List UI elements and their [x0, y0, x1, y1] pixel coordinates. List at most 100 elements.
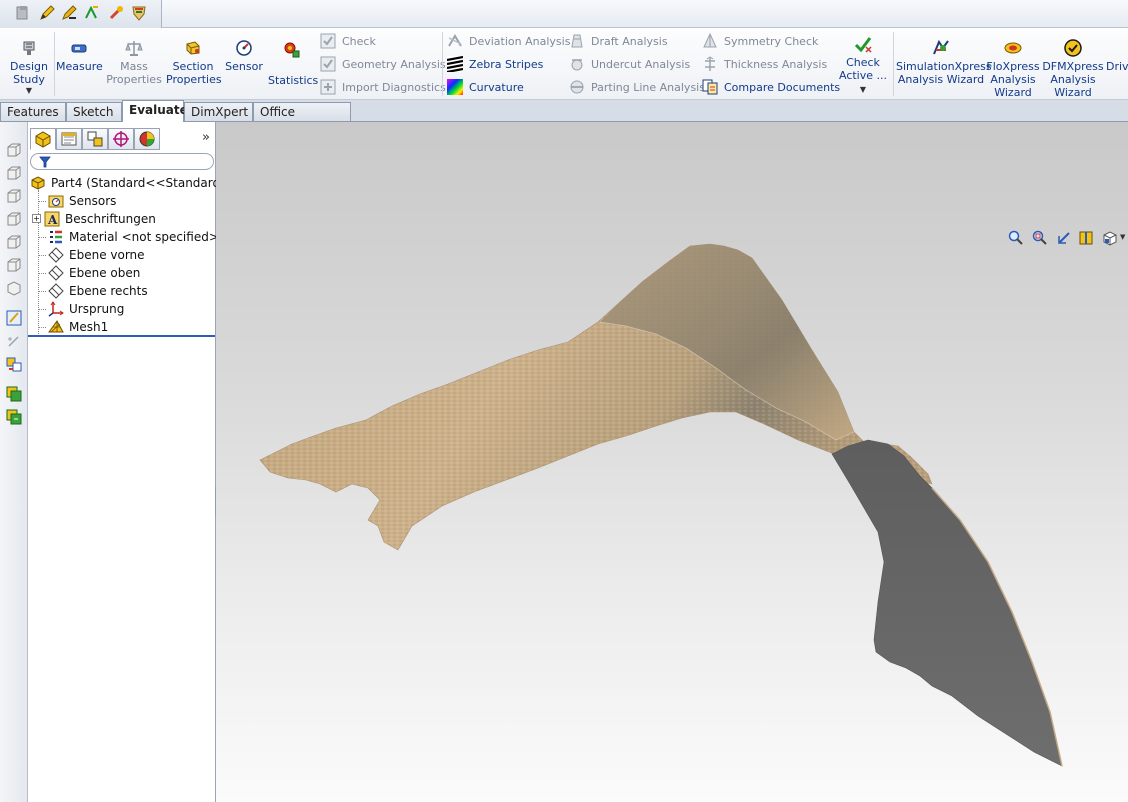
tab-evaluate[interactable]: Evaluate — [122, 100, 188, 122]
drive-button[interactable]: Driv — [1106, 28, 1128, 100]
graphics-viewport[interactable]: ▼ ▼ ▼ ▼ ▼ — [216, 122, 1128, 802]
statistics-button[interactable]: Statistics — [268, 28, 319, 100]
import-diagnostics-icon — [320, 79, 336, 95]
tree-branch — [38, 237, 46, 238]
display-manager-icon — [139, 131, 155, 147]
mesh-backface — [831, 439, 1063, 767]
section-properties-icon — [186, 41, 200, 55]
tree-item-label: Ursprung — [69, 302, 125, 316]
relations-icon[interactable] — [6, 356, 22, 372]
tab-dimxpert[interactable]: DimXpert — [184, 102, 253, 121]
mass-properties-button[interactable]: Mass Properties — [104, 28, 164, 100]
feature-tree-filter-input[interactable] — [30, 153, 214, 170]
mesh-model[interactable] — [216, 122, 1128, 802]
tree-item-annotations[interactable]: + A Beschriftungen — [32, 210, 156, 228]
rebuild-icon[interactable] — [14, 4, 32, 22]
smart-dimension-icon[interactable] — [6, 333, 22, 349]
layer-properties-icon[interactable] — [6, 409, 22, 425]
displaymanager-tab[interactable] — [134, 128, 160, 150]
draft-analysis-button[interactable]: Draft Analysis — [569, 32, 668, 52]
design-study-label-1: Design — [10, 60, 48, 73]
view-back-icon[interactable] — [6, 165, 22, 181]
tree-item-mesh[interactable]: Mesh1 — [48, 318, 108, 336]
compare-documents-label: Compare Documents — [724, 81, 841, 94]
tree-item-plane-front[interactable]: Ebene vorne — [48, 246, 145, 264]
featuremanager-tab[interactable] — [30, 128, 56, 150]
tree-root-part[interactable]: Part4 (Standard<<Standard>_A — [30, 174, 244, 192]
dimxpertmanager-tab[interactable] — [108, 128, 134, 150]
mass-properties-label-1: Mass — [120, 60, 148, 73]
check-active-button[interactable]: Check Active ... ▼ — [836, 28, 890, 100]
drive-label: Driv — [1106, 60, 1128, 73]
tree-item-label: Ebene rechts — [69, 284, 148, 298]
expand-panel-chevron-icon[interactable]: » — [202, 130, 210, 145]
filter-icon — [39, 156, 51, 168]
dfmxpress-button[interactable]: DFMXpress Analysis Wizard — [1042, 28, 1104, 100]
sensor-label: Sensor — [225, 60, 263, 73]
rollback-bar[interactable] — [28, 335, 215, 337]
view-left-icon[interactable] — [6, 188, 22, 204]
tab-features[interactable]: Features — [0, 102, 66, 121]
draft-analysis-label: Draft Analysis — [591, 35, 668, 48]
check-active-dropdown-icon[interactable]: ▼ — [836, 85, 890, 95]
geometry-analysis-button[interactable]: Geometry Analysis — [320, 55, 446, 75]
design-study-dropdown-icon[interactable]: ▼ — [6, 86, 52, 96]
tab-office-products[interactable]: Office Products — [253, 102, 351, 137]
compare-documents-button[interactable]: Compare Documents — [702, 78, 840, 98]
zebra-stripes-button[interactable]: Zebra Stripes — [447, 55, 543, 75]
floxpress-icon — [1004, 42, 1022, 54]
check-button[interactable]: Check — [320, 32, 376, 52]
scale-icon — [125, 41, 143, 56]
curvature-button[interactable]: Curvature — [447, 78, 524, 98]
view-front-icon[interactable] — [6, 142, 22, 158]
deviation-analysis-button[interactable]: Deviation Analysis — [447, 32, 570, 52]
edit-pencil-icon[interactable] — [60, 4, 78, 22]
parting-line-analysis-button[interactable]: Parting Line Analysis — [569, 78, 705, 98]
dfmxpress-label-3: Wizard — [1054, 86, 1092, 99]
tree-item-label: Ebene vorne — [69, 248, 145, 262]
check-label: Check — [342, 35, 376, 48]
expand-toggle-icon[interactable]: + — [32, 214, 41, 223]
plane-icon — [48, 246, 64, 263]
zebra-stripes-icon — [447, 56, 463, 72]
tree-branch — [38, 273, 46, 274]
layer-icon[interactable] — [6, 386, 22, 402]
propertymanager-tab[interactable] — [56, 128, 82, 150]
view-top-icon[interactable] — [6, 234, 22, 250]
design-study-button[interactable]: Design Study ▼ — [6, 28, 52, 100]
view-bottom-icon[interactable] — [6, 257, 22, 273]
statistics-label: Statistics — [268, 74, 319, 87]
undercut-analysis-button[interactable]: Undercut Analysis — [569, 55, 690, 75]
smart-dimension-icon[interactable] — [83, 4, 101, 22]
simulationxpress-button[interactable]: SimulationXpress Analysis Wizard — [896, 28, 992, 100]
tools-icon[interactable] — [107, 4, 125, 22]
sketch-pencil-icon[interactable] — [38, 4, 56, 22]
parting-line-analysis-icon — [570, 80, 584, 94]
thickness-analysis-button[interactable]: Thickness Analysis — [702, 55, 827, 75]
sketch-icon[interactable] — [6, 310, 22, 326]
tree-item-material[interactable]: Material <not specified> — [48, 228, 219, 246]
measure-button[interactable]: Measure — [56, 28, 103, 100]
configurationmanager-tab[interactable] — [82, 128, 108, 150]
curvature-label: Curvature — [469, 81, 524, 94]
tree-item-sensors[interactable]: Sensors — [48, 192, 116, 210]
floxpress-button[interactable]: FloXpress Analysis Wizard — [986, 28, 1040, 100]
tab-sketch[interactable]: Sketch — [66, 102, 122, 121]
view-right-icon[interactable] — [6, 211, 22, 227]
import-diagnostics-button[interactable]: Import Diagnostics — [320, 78, 446, 98]
part-tree-icon — [35, 131, 51, 148]
section-properties-button[interactable]: Section Properties — [166, 28, 222, 100]
configuration-manager-icon — [87, 131, 103, 147]
section-properties-label-1: Section — [172, 60, 214, 73]
draft-analysis-icon — [571, 34, 583, 48]
symmetry-check-button[interactable]: Symmetry Check — [702, 32, 818, 52]
property-manager-icon — [61, 132, 77, 146]
tree-item-origin[interactable]: Ursprung — [48, 300, 124, 318]
measure-icon — [71, 44, 87, 53]
deviation-analysis-icon — [448, 34, 462, 47]
tree-item-plane-right[interactable]: Ebene rechts — [48, 282, 148, 300]
shield-options-icon[interactable] — [130, 4, 148, 22]
sensor-button[interactable]: Sensor — [222, 28, 266, 100]
view-isometric-icon[interactable] — [6, 280, 22, 296]
tree-item-plane-top[interactable]: Ebene oben — [48, 264, 140, 282]
